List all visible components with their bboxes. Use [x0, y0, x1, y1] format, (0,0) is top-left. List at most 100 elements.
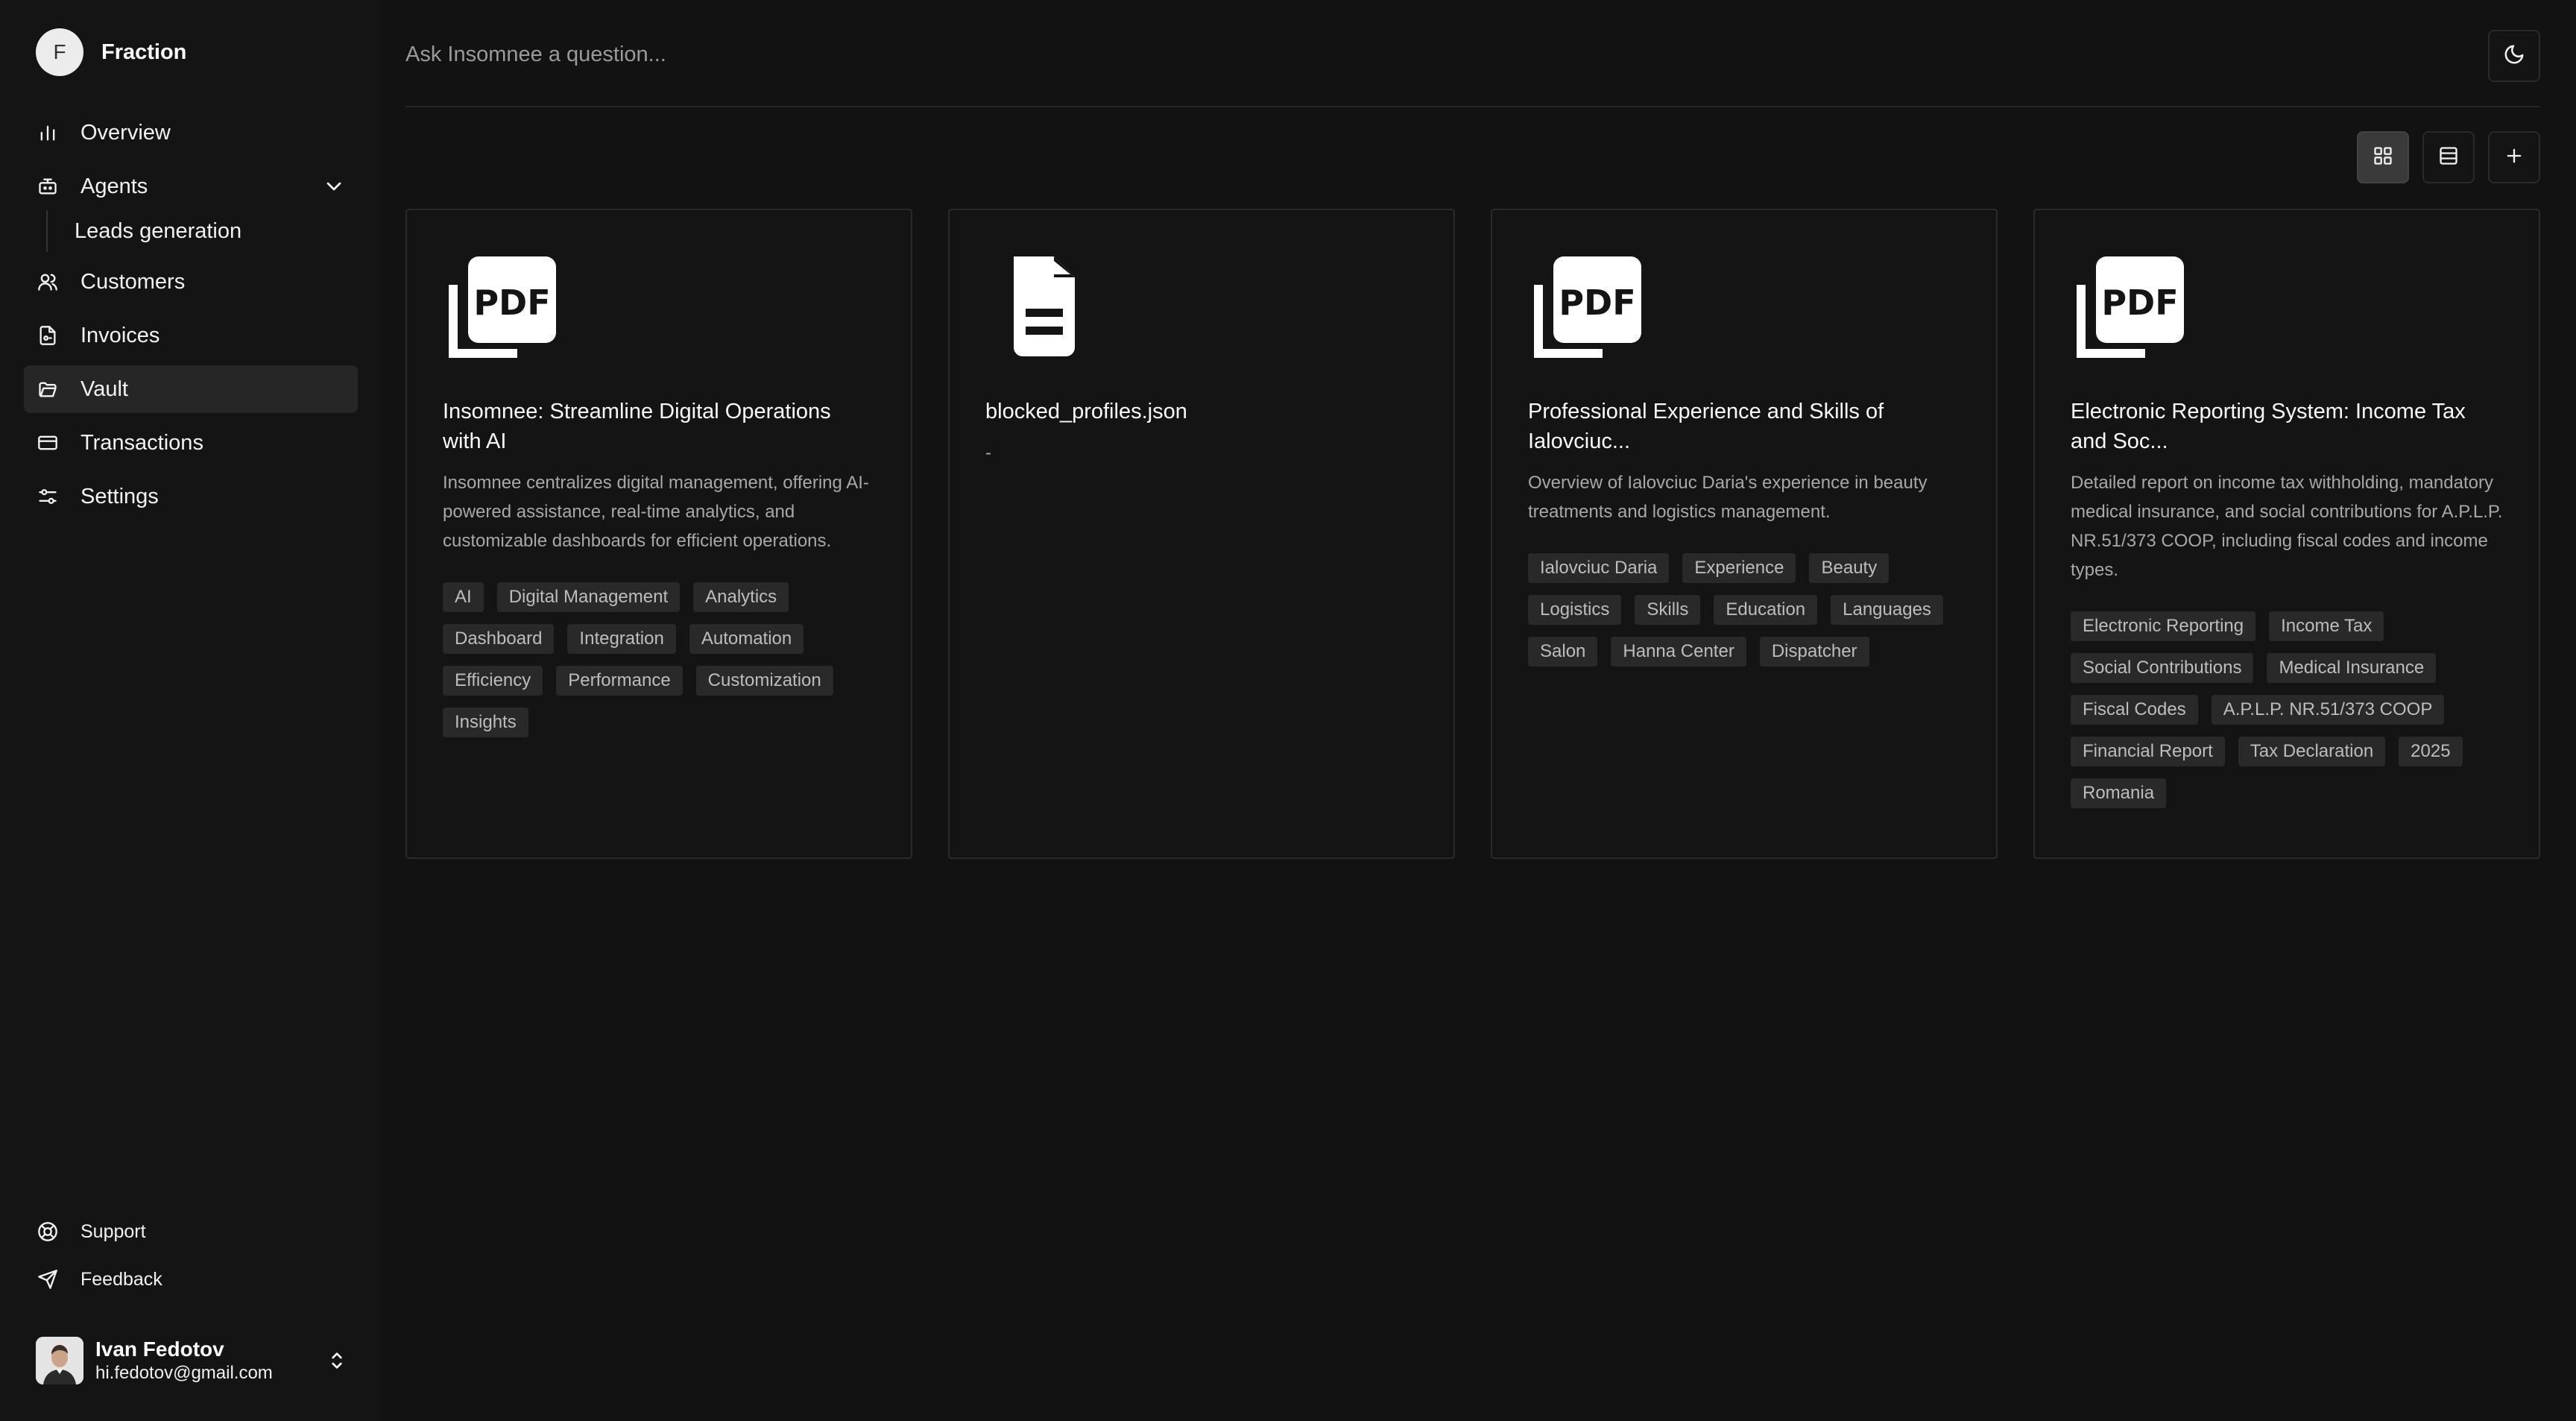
svg-text:PDF: PDF	[1559, 283, 1635, 323]
tag[interactable]: Integration	[567, 624, 676, 654]
vault-card[interactable]: blocked_profiles.json -	[948, 209, 1455, 859]
card-title: Electronic Reporting System: Income Tax …	[2071, 400, 2466, 453]
tag[interactable]: Hanna Center	[1611, 637, 1746, 667]
credit-card-icon	[36, 431, 60, 455]
card-description: Overview of Ialovciuc Daria's experience…	[1528, 473, 1928, 522]
user-name: Ivan Fedotov	[95, 1337, 224, 1361]
tag-list: Electronic Reporting Income Tax Social C…	[2071, 611, 2503, 808]
user-email: hi.fedotov@gmail.com	[95, 1363, 273, 1383]
tag[interactable]: Electronic Reporting	[2071, 611, 2256, 641]
tag[interactable]: Insights	[443, 708, 528, 737]
nav-label-vault: Vault	[80, 376, 128, 401]
tag[interactable]: Analytics	[693, 582, 789, 612]
folder-open-icon	[36, 377, 60, 401]
send-icon	[36, 1267, 60, 1291]
user-menu[interactable]: Ivan Fedotov hi.fedotov@gmail.com	[36, 1336, 349, 1385]
card-description: Detailed report on income tax withholdin…	[2071, 473, 2503, 580]
tag[interactable]: Salon	[1528, 637, 1598, 667]
card-title: Insomnee: Streamline Digital Operations …	[443, 400, 831, 453]
tag[interactable]: Performance	[556, 666, 683, 696]
tag-list: AI Digital Management Analytics Dashboar…	[443, 582, 875, 737]
tag[interactable]: Customization	[695, 666, 833, 696]
nav-label-settings: Settings	[80, 484, 159, 508]
nav-item-leads-generation[interactable]: Leads generation	[46, 210, 358, 252]
nav-item-transactions[interactable]: Transactions	[24, 419, 358, 467]
tag[interactable]: A.P.L.P. NR.51/373 COOP	[2211, 695, 2445, 725]
brand-avatar: F	[36, 28, 83, 76]
chevrons-up-down-icon	[325, 1349, 349, 1373]
life-buoy-icon	[36, 1220, 60, 1244]
brand[interactable]: F Fraction	[36, 28, 186, 76]
tag[interactable]: Income Tax	[2269, 611, 2384, 641]
svg-text:PDF: PDF	[473, 283, 550, 323]
chevron-down-icon[interactable]	[322, 174, 346, 198]
nav-item-feedback[interactable]: Feedback	[24, 1255, 358, 1303]
tag[interactable]: Fiscal Codes	[2071, 695, 2198, 725]
bar-chart-icon	[36, 121, 60, 145]
card-title: Professional Experience and Skills of Ia…	[1528, 400, 1884, 453]
sliders-icon	[36, 485, 60, 508]
tag[interactable]: 2025	[2399, 737, 2463, 766]
tag-list: Ialovciuc Daria Experience Beauty Logist…	[1528, 553, 1960, 667]
tag[interactable]: Languages	[1831, 595, 1943, 625]
bot-icon	[36, 174, 60, 198]
nav-label-invoices: Invoices	[80, 323, 160, 347]
nav-label-agents: Agents	[80, 174, 148, 198]
theme-toggle-button[interactable]	[2488, 30, 2540, 82]
tag[interactable]: Medical Insurance	[2267, 653, 2437, 683]
nav-label-overview: Overview	[80, 120, 171, 145]
list-view-button[interactable]	[2422, 131, 2475, 183]
pdf-file-icon: PDF	[449, 255, 561, 359]
tag[interactable]: AI	[443, 582, 484, 612]
tag[interactable]: Ialovciuc Daria	[1528, 553, 1670, 583]
moon-icon	[2503, 43, 2525, 69]
nav-item-customers[interactable]: Customers	[24, 258, 358, 306]
vault-card[interactable]: PDF Insomnee: Streamline Digital Operati…	[405, 209, 912, 859]
nav-item-overview[interactable]: Overview	[24, 109, 358, 157]
grid-view-button[interactable]	[2357, 131, 2409, 183]
tag[interactable]: Tax Declaration	[2238, 737, 2386, 766]
grid-icon	[2373, 145, 2393, 170]
bottom-nav: Support Feedback	[24, 1208, 358, 1303]
tag[interactable]: Experience	[1682, 553, 1796, 583]
nav-label-transactions: Transactions	[80, 430, 203, 455]
plus-icon	[2504, 145, 2525, 170]
nav-label-customers: Customers	[80, 269, 186, 294]
card-description: -	[985, 443, 991, 463]
main-nav: Overview Agents Leads generation Custome…	[24, 109, 358, 520]
nav-item-invoices[interactable]: Invoices	[24, 312, 358, 359]
add-button[interactable]	[2488, 131, 2540, 183]
tag[interactable]: Skills	[1635, 595, 1701, 625]
tag[interactable]: Education	[1714, 595, 1818, 625]
tag[interactable]: Romania	[2071, 778, 2167, 808]
brand-name: Fraction	[101, 40, 187, 64]
tag[interactable]: Dispatcher	[1759, 637, 1869, 667]
header-divider	[405, 106, 2540, 107]
card-title: blocked_profiles.json	[985, 400, 1187, 423]
tag[interactable]: Efficiency	[443, 666, 543, 696]
list-icon	[2438, 145, 2459, 170]
tag[interactable]: Digital Management	[496, 582, 681, 612]
tag[interactable]: Beauty	[1809, 553, 1890, 583]
nav-item-support[interactable]: Support	[24, 1208, 358, 1255]
users-icon	[36, 270, 60, 294]
nav-item-settings[interactable]: Settings	[24, 473, 358, 520]
svg-text:PDF: PDF	[2101, 283, 2178, 323]
nav-item-agents[interactable]: Agents	[24, 163, 358, 210]
nav-label-support: Support	[80, 1220, 146, 1242]
sidebar: F Fraction Overview Agents Leads generat…	[0, 0, 380, 1421]
tag[interactable]: Logistics	[1528, 595, 1622, 625]
tag[interactable]: Social Contributions	[2071, 653, 2254, 683]
user-avatar	[36, 1337, 83, 1384]
card-description: Insomnee centralizes digital management,…	[443, 473, 869, 551]
nav-item-vault[interactable]: Vault	[24, 365, 358, 413]
search-input[interactable]	[405, 30, 1673, 79]
invoice-icon	[36, 324, 60, 347]
tag[interactable]: Dashboard	[443, 624, 555, 654]
document-file-icon	[991, 255, 1103, 359]
pdf-file-icon: PDF	[2077, 255, 2188, 359]
vault-card[interactable]: PDF Professional Experience and Skills o…	[1491, 209, 1998, 859]
vault-card[interactable]: PDF Electronic Reporting System: Income …	[2033, 209, 2540, 859]
tag[interactable]: Automation	[689, 624, 804, 654]
tag[interactable]: Financial Report	[2071, 737, 2225, 766]
